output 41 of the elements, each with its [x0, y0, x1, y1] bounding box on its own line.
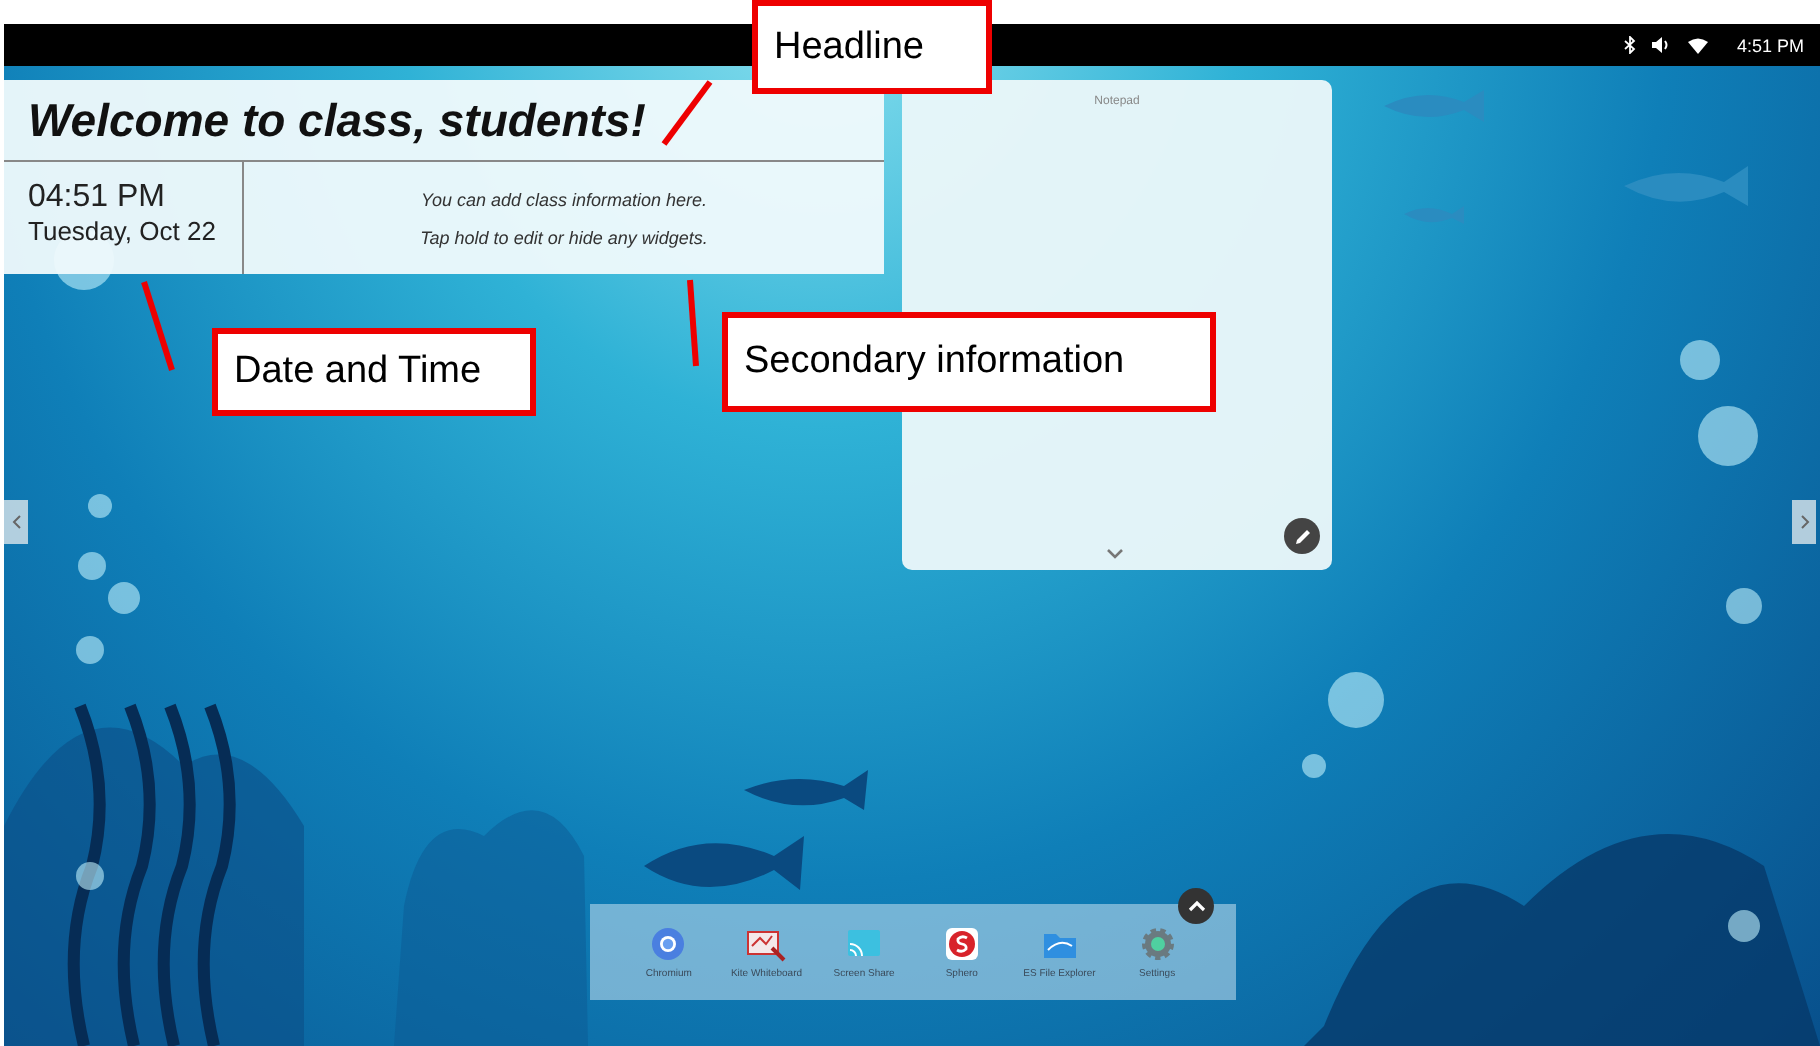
bubble-drawing [1728, 910, 1760, 942]
bubble-drawing [1680, 340, 1720, 380]
expand-dock-button[interactable] [1178, 888, 1214, 924]
leader-line [687, 279, 699, 367]
status-time: 4:51 PM [1736, 35, 1804, 55]
callout-label: Headline [752, 0, 992, 94]
bubble-drawing [1698, 406, 1758, 466]
clock-time: 04:51 PM [28, 180, 167, 216]
globe-icon [650, 925, 687, 961]
leader-line [141, 281, 175, 371]
whiteboard-icon [746, 925, 787, 961]
s-logo-icon [943, 925, 980, 961]
bubble-drawing [1302, 754, 1326, 778]
bluetooth-icon [1624, 36, 1637, 54]
bubble-drawing [88, 494, 112, 518]
bubble-drawing [76, 636, 104, 664]
bubble-drawing [1726, 588, 1762, 624]
cast-icon [844, 925, 885, 961]
left-arrow-button[interactable] [4, 500, 28, 544]
fish-drawing [1624, 166, 1748, 206]
bubble-drawing [76, 862, 104, 890]
chevron-up-icon [1187, 900, 1205, 912]
callout-label: Secondary information [722, 312, 1216, 412]
wifi-icon [1688, 37, 1709, 53]
gear-icon [1139, 925, 1176, 961]
pencil-icon [1293, 527, 1311, 545]
bubble-drawing [1328, 672, 1384, 728]
chevron-down-icon[interactable] [1106, 548, 1124, 560]
clock-date: Tuesday, Oct 22 [28, 216, 218, 246]
right-arrow-button[interactable] [1792, 500, 1816, 544]
fish-drawing [744, 770, 868, 810]
info-text: Tap hold to edit or hide any widgets. [420, 227, 708, 247]
edit-button[interactable] [1284, 518, 1320, 554]
leader-line [661, 80, 713, 146]
callout-label: Date and Time [212, 328, 536, 416]
info-text: You can add class information here. [420, 189, 708, 209]
bubble-drawing [108, 582, 140, 614]
volume-icon [1652, 36, 1673, 54]
bubble-drawing [78, 552, 106, 580]
chevron-right-icon [1799, 514, 1809, 530]
chevron-left-icon [11, 514, 21, 530]
